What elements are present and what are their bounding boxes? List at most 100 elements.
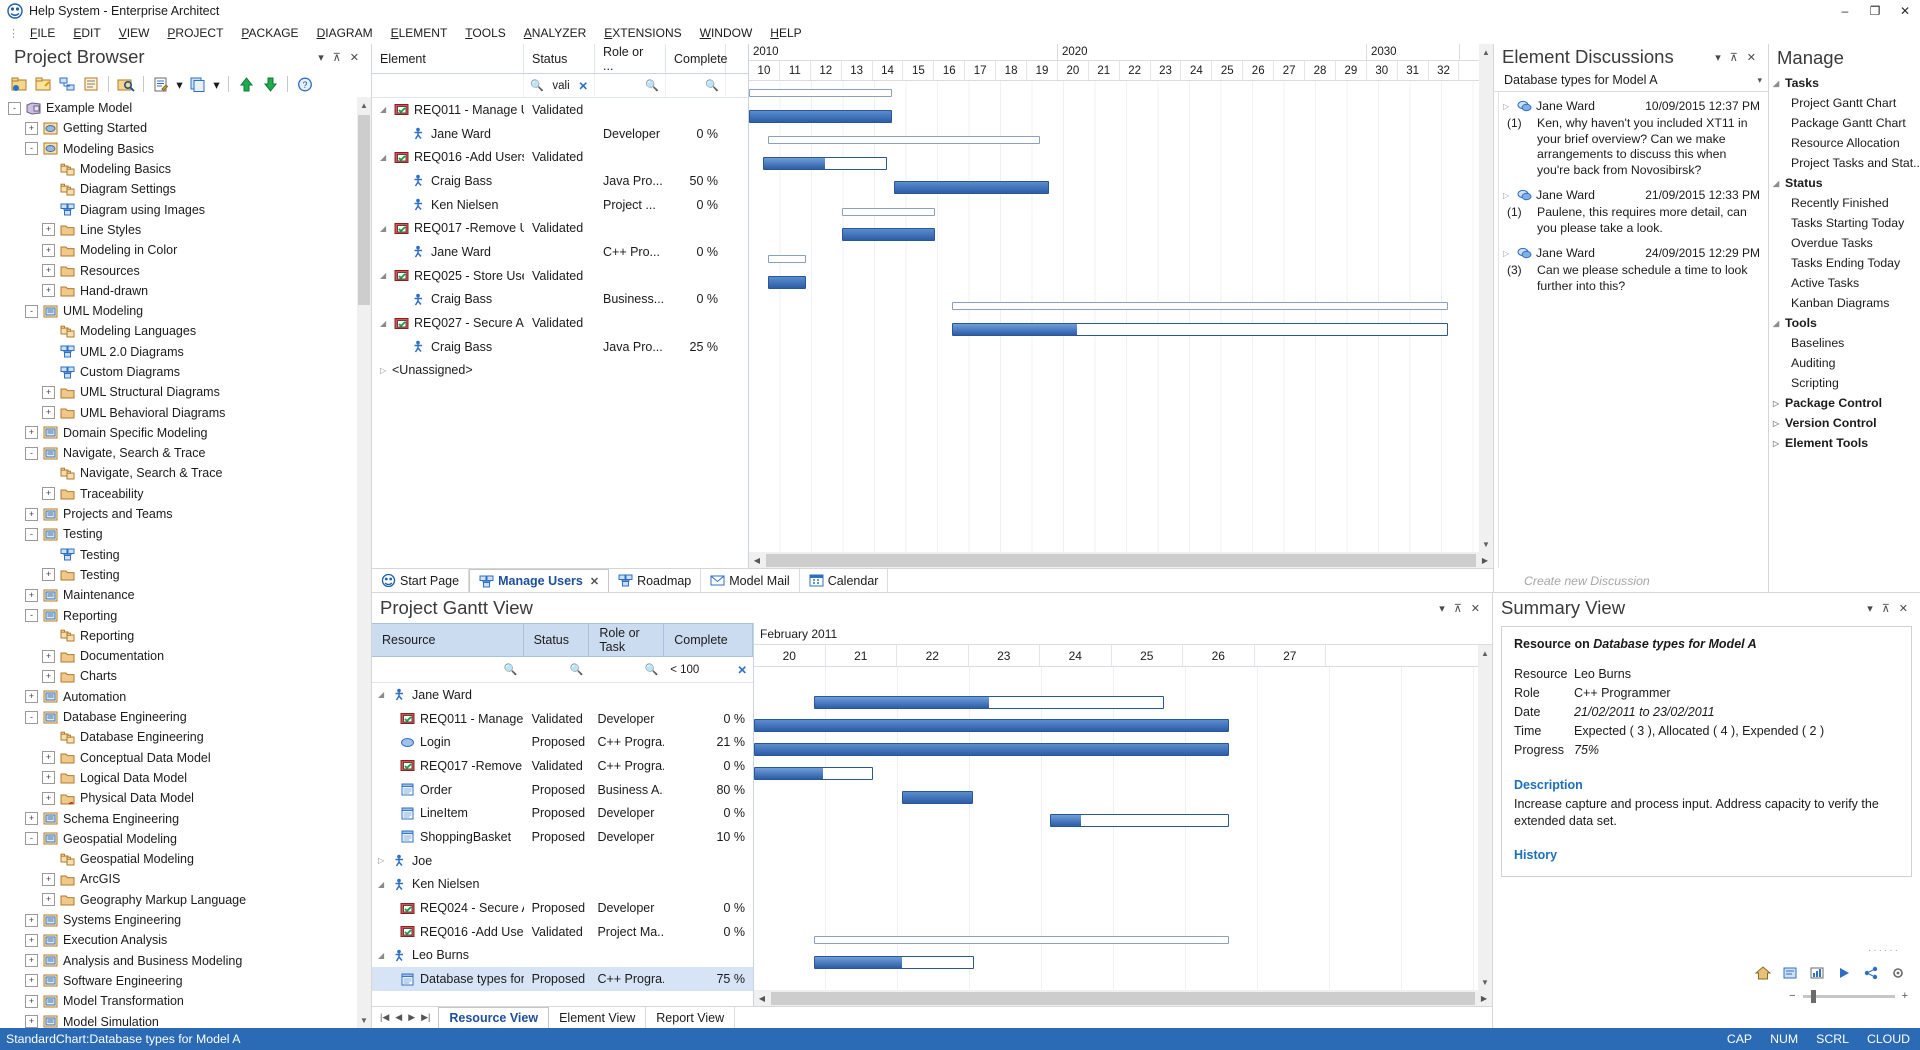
row-expander[interactable]: ◢	[380, 271, 392, 280]
tree-item[interactable]: +Software Engineering	[0, 971, 371, 991]
tree-item[interactable]: +Getting Started	[0, 118, 371, 138]
tree-expander-expand[interactable]: +	[42, 792, 55, 805]
tree-item[interactable]: +Hand-drawn	[0, 281, 371, 301]
table-row[interactable]: ◢REQ016 -Add UsersValidated	[372, 145, 748, 169]
pin-icon[interactable]: ⊼	[1882, 602, 1890, 615]
gantt-column-3[interactable]: Complete	[666, 44, 726, 73]
tree-expander-expand[interactable]: +	[25, 995, 38, 1008]
zoom-in-button[interactable]: +	[1902, 990, 1908, 1002]
tree-item[interactable]: +Model Simulation	[0, 1011, 371, 1028]
manage-item-recently-finished[interactable]: Recently Finished	[1769, 193, 1920, 213]
tree-item[interactable]: +Execution Analysis	[0, 930, 371, 950]
search-icon[interactable]: 🔍	[705, 79, 719, 92]
help-icon[interactable]: ?	[294, 74, 316, 94]
manage-item-scripting[interactable]: Scripting	[1769, 373, 1920, 393]
tree-expander-expand[interactable]: +	[42, 568, 55, 581]
menu-item-package[interactable]: PACKAGE	[232, 24, 307, 42]
tree-item[interactable]: +Line Styles	[0, 220, 371, 240]
menu-item-tools[interactable]: TOOLS	[456, 24, 514, 42]
share-icon[interactable]	[1863, 966, 1879, 980]
tree-item[interactable]: +Systems Engineering	[0, 910, 371, 930]
maximize-button[interactable]: ❐	[1860, 0, 1890, 21]
gantt-column-1[interactable]: Status	[524, 44, 595, 73]
dropdown-icon[interactable]: ▾	[1439, 602, 1445, 615]
table-row[interactable]: LoginProposedC++ Progra...21 %	[372, 730, 753, 754]
tree-expander-expand[interactable]: +	[25, 812, 38, 825]
search-icon[interactable]: 🔍	[504, 663, 518, 676]
dropdown-icon[interactable]: ▾	[1867, 602, 1873, 615]
table-row[interactable]: Ken NielsenProject ...0 %	[372, 193, 748, 217]
prev-icon[interactable]: ◀	[395, 1012, 402, 1023]
tree-item[interactable]: Navigate, Search & Trace	[0, 463, 371, 483]
tree-item[interactable]: +UML Structural Diagrams	[0, 382, 371, 402]
tree-expander-expand[interactable]: +	[42, 487, 55, 500]
pg-column-1[interactable]: Status	[524, 623, 590, 657]
expand-icon[interactable]: ▷	[1503, 191, 1513, 200]
tree-expander-collapse[interactable]: -	[25, 305, 38, 318]
group-expander[interactable]: ▷	[1773, 399, 1785, 408]
manage-group-status[interactable]: ◢Status	[1769, 173, 1920, 193]
tab-resource-view[interactable]: Resource View	[438, 1007, 549, 1028]
tree-item[interactable]: Diagram using Images	[0, 199, 371, 219]
manage-item-baselines[interactable]: Baselines	[1769, 333, 1920, 353]
copy-dropdown-icon[interactable]: ▾	[211, 74, 222, 94]
zoom-control[interactable]: − +	[1789, 990, 1908, 1002]
documentation-dropdown-icon[interactable]: ▾	[174, 74, 185, 94]
tree-item[interactable]: +Projects and Teams	[0, 504, 371, 524]
row-expander[interactable]: ◢	[380, 153, 392, 162]
tree-item[interactable]: +Modeling in Color	[0, 240, 371, 260]
tree-expander-expand[interactable]: +	[25, 1015, 38, 1028]
discussion-item[interactable]: ▷Jane Ward24/09/2015 12:29 PM(3)Can we p…	[1499, 243, 1768, 301]
tree-expander-expand[interactable]: +	[25, 508, 38, 521]
zoom-out-button[interactable]: −	[1789, 990, 1795, 1002]
pin-icon[interactable]: ⊼	[333, 51, 341, 64]
tree-item[interactable]: +Documentation	[0, 646, 371, 666]
close-icon[interactable]: ✕	[1899, 602, 1908, 615]
tree-item[interactable]: -Reporting	[0, 605, 371, 625]
pg-column-3[interactable]: Complete	[664, 623, 753, 657]
first-icon[interactable]: |◀	[380, 1012, 389, 1023]
clear-filter-icon[interactable]: ✕	[737, 663, 747, 677]
tree-item[interactable]: Modeling Basics	[0, 159, 371, 179]
pg-scroll-thumb[interactable]	[771, 992, 1475, 1005]
chevron-down-icon[interactable]: ▾	[1757, 75, 1762, 86]
tab-start-page[interactable]: Start Page	[372, 569, 469, 592]
scroll-up-arrow[interactable]: ▲	[1479, 44, 1493, 60]
tree-item[interactable]: +Automation	[0, 687, 371, 707]
tree-item[interactable]: UML 2.0 Diagrams	[0, 342, 371, 362]
manage-item-project-tasks-and-stat-[interactable]: Project Tasks and Stat...	[1769, 153, 1920, 173]
menu-item-analyzer[interactable]: ANALYZER	[515, 24, 595, 42]
table-row[interactable]: ShoppingBasketProposedDeveloper10 %	[372, 825, 753, 849]
filter-complete-cell[interactable]: < 100 ✕	[664, 657, 753, 682]
table-row[interactable]: ▷Joe	[372, 849, 753, 873]
scroll-left-arrow[interactable]: ◀	[749, 556, 765, 565]
expand-icon[interactable]: ▷	[1503, 249, 1513, 258]
row-expander[interactable]: ◢	[380, 224, 392, 233]
discussions-subject-row[interactable]: Database types for Model A ▾	[1494, 72, 1768, 92]
clear-filter-icon[interactable]: ✕	[578, 79, 588, 93]
tree-expander-expand[interactable]: +	[42, 244, 55, 257]
tree-expander-expand[interactable]: +	[25, 974, 38, 987]
timeline-hscrollbar[interactable]: ◀ ▶	[749, 552, 1493, 568]
tree-item[interactable]: -Modeling Basics	[0, 139, 371, 159]
pg-hscrollbar[interactable]: ◀ ▶	[754, 990, 1492, 1006]
manage-item-package-gantt-chart[interactable]: Package Gantt Chart	[1769, 113, 1920, 133]
manage-group-tasks[interactable]: ◢Tasks	[1769, 73, 1920, 93]
tab-manage-users[interactable]: Manage Users✕	[469, 569, 609, 592]
chart-icon[interactable]	[1809, 966, 1825, 980]
tree-item[interactable]: Testing	[0, 545, 371, 565]
tree-item[interactable]: -UML Modeling	[0, 301, 371, 321]
manage-group-tools[interactable]: ◢Tools	[1769, 313, 1920, 333]
manage-item-active-tasks[interactable]: Active Tasks	[1769, 273, 1920, 293]
table-row[interactable]: ◢REQ017 -Remove UserValidated	[372, 216, 748, 240]
move-down-icon[interactable]	[259, 74, 281, 94]
settings-icon[interactable]	[1890, 966, 1906, 980]
timeline-vscrollbar[interactable]: ▲ ▼	[1479, 44, 1493, 552]
group-expander[interactable]: ◢	[1773, 179, 1785, 188]
tree-expander-expand[interactable]: +	[25, 934, 38, 947]
search-icon[interactable]: 🔍	[645, 663, 659, 676]
new-package-icon[interactable]	[8, 74, 30, 94]
table-row[interactable]: ◢REQ027 - Secure AccessValidated	[372, 311, 748, 335]
menu-item-view[interactable]: VIEW	[110, 24, 159, 42]
close-button[interactable]: ✕	[1890, 0, 1920, 21]
